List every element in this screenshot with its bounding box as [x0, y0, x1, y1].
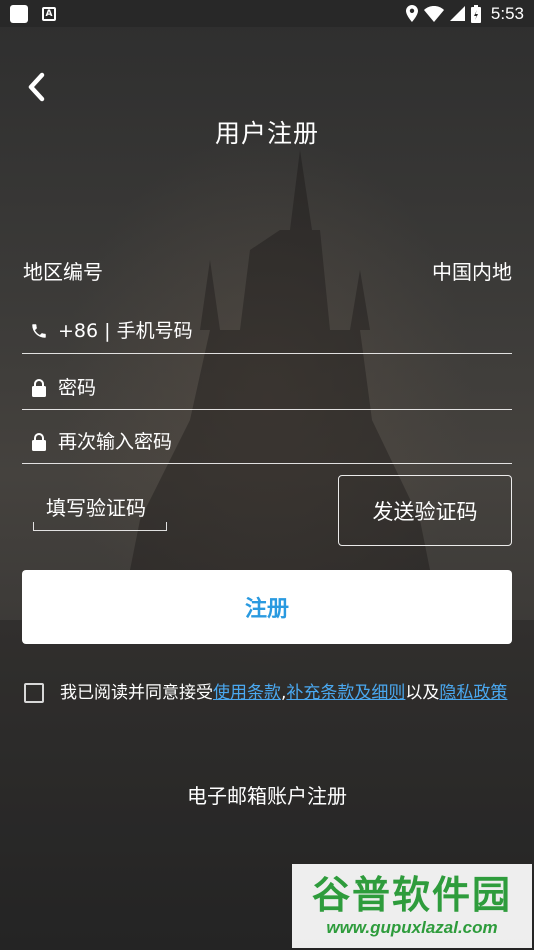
a-badge-icon: A	[42, 6, 56, 21]
chevron-left-icon	[28, 72, 45, 102]
battery-icon	[470, 4, 481, 23]
watermark-title: 谷普软件园	[311, 873, 512, 917]
verification-code-field[interactable]	[33, 486, 167, 531]
status-bar: A 5:53	[0, 0, 534, 27]
app-square-icon	[10, 4, 28, 23]
watermark-url: www.gupuxlazal.com	[326, 918, 498, 937]
back-button[interactable]	[20, 70, 52, 104]
wifi-icon	[423, 5, 444, 22]
register-button[interactable]: 注册	[22, 570, 512, 644]
status-time: 5:53	[490, 3, 524, 23]
terms-link[interactable]: 使用条款	[213, 683, 281, 703]
agreement-middle: 以及	[405, 683, 440, 703]
password-input[interactable]	[56, 376, 512, 399]
signal-icon	[449, 6, 465, 21]
page-title: 用户注册	[214, 119, 319, 148]
lock-icon	[22, 378, 56, 397]
phone-icon	[22, 322, 56, 340]
supplement-terms-link[interactable]: 补充条款及细则	[286, 683, 405, 703]
password-confirm-input[interactable]	[56, 430, 512, 453]
email-register-link[interactable]: 电子邮箱账户注册	[0, 780, 534, 809]
password-field[interactable]	[22, 366, 512, 410]
agreement-checkbox[interactable]	[24, 683, 44, 703]
password-confirm-field[interactable]	[22, 420, 512, 464]
agreement-prefix: 我已阅读并同意接受	[60, 683, 213, 703]
privacy-policy-link[interactable]: 隐私政策	[439, 683, 507, 703]
agreement-text: 我已阅读并同意接受使用条款,补充条款及细则以及隐私政策	[60, 680, 507, 706]
region-selector[interactable]: 地区编号 中国内地	[23, 254, 512, 286]
lock-icon	[22, 432, 56, 451]
phone-input[interactable]	[56, 319, 512, 342]
verification-code-input[interactable]	[33, 486, 167, 530]
region-value[interactable]: 中国内地	[432, 256, 512, 285]
send-code-button[interactable]: 发送验证码	[338, 475, 512, 546]
phone-field[interactable]	[22, 308, 512, 354]
watermark-logo: 谷普软件园 www.gupuxlazal.com	[292, 864, 532, 948]
region-label: 地区编号	[23, 259, 103, 284]
agreement-row: 我已阅读并同意接受使用条款,补充条款及细则以及隐私政策	[24, 680, 514, 706]
location-icon	[405, 5, 418, 22]
